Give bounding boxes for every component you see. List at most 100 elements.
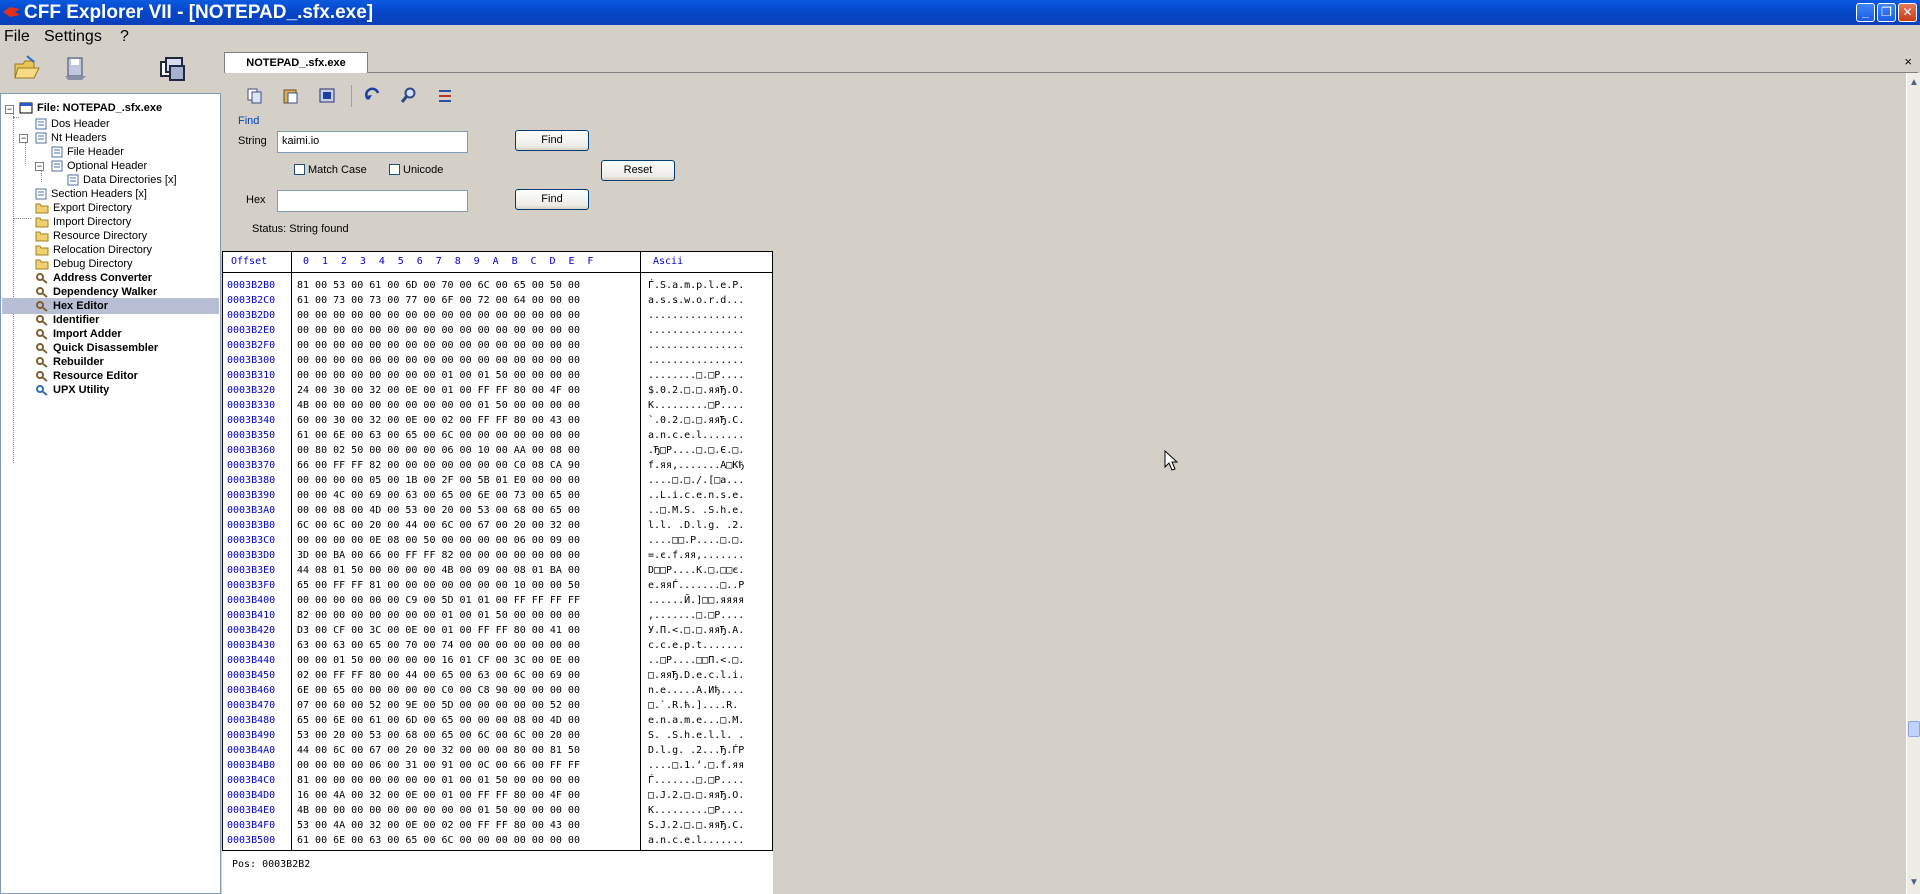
row-bytes[interactable]: 81 00 00 00 00 00 00 00 01 00 01 50 00 0…: [297, 773, 580, 788]
fill-icon[interactable]: [318, 87, 336, 105]
row-bytes[interactable]: 60 00 30 00 32 00 0E 00 02 00 FF FF 80 0…: [297, 413, 580, 428]
row-bytes[interactable]: 02 00 FF FF 80 00 44 00 65 00 63 00 6C 0…: [297, 668, 580, 683]
row-bytes[interactable]: D3 00 CF 00 3C 00 0E 00 01 00 FF FF 80 0…: [297, 623, 580, 638]
row-bytes[interactable]: 00 00 00 00 05 00 1B 00 2F 00 5B 01 E0 0…: [297, 473, 580, 488]
row-ascii[interactable]: ..□.M.S. .S.h.e.: [648, 503, 744, 518]
row-ascii[interactable]: a.n.c.e.l.......: [648, 428, 744, 443]
row-bytes[interactable]: 81 00 53 00 61 00 6D 00 70 00 6C 00 65 0…: [297, 278, 580, 293]
collapse-toggle[interactable]: −: [5, 105, 14, 114]
row-ascii[interactable]: ....□□.P....□.□.: [648, 533, 744, 548]
row-ascii[interactable]: Ѓ.S.a.m.p.l.e.P.: [648, 278, 744, 293]
row-ascii[interactable]: $.0.2.□.□.яяЂ.O.: [648, 383, 744, 398]
row-bytes[interactable]: 6E 00 65 00 00 00 00 00 C0 00 C8 90 00 0…: [297, 683, 580, 698]
scroll-down-icon[interactable]: ▼: [1907, 875, 1920, 891]
row-bytes[interactable]: 00 00 00 00 00 00 00 00 00 00 00 00 00 0…: [297, 308, 580, 323]
row-ascii[interactable]: У.П.<.□.□.яяЂ.A.: [648, 623, 744, 638]
find-string-button[interactable]: Find: [515, 130, 589, 151]
save-icon[interactable]: [62, 54, 90, 82]
row-ascii[interactable]: `.0.2.□.□.яяЂ.C.: [648, 413, 744, 428]
row-ascii[interactable]: a.s.s.w.o.r.d...: [648, 293, 744, 308]
goto-icon[interactable]: [364, 87, 382, 105]
open-folder-icon[interactable]: [12, 54, 42, 82]
row-bytes[interactable]: 65 00 FF FF 81 00 00 00 00 00 00 00 10 0…: [297, 578, 580, 593]
row-bytes[interactable]: 00 80 02 50 00 00 00 00 06 00 10 00 AA 0…: [297, 443, 580, 458]
scroll-up-icon[interactable]: ▲: [1907, 75, 1920, 91]
row-ascii[interactable]: ..□P....□□П.<.□.: [648, 653, 744, 668]
collapse-toggle[interactable]: −: [19, 134, 28, 143]
row-ascii[interactable]: n.e.....А.Иђ....: [648, 683, 744, 698]
row-bytes[interactable]: 6C 00 6C 00 20 00 44 00 6C 00 67 00 20 0…: [297, 518, 580, 533]
row-ascii[interactable]: ................: [648, 338, 744, 353]
windows-icon[interactable]: [158, 54, 188, 84]
row-ascii[interactable]: ....□.1.‘.□.f.яя: [648, 758, 744, 773]
restore-button[interactable]: ❐: [1877, 3, 1896, 22]
close-button[interactable]: ✕: [1898, 3, 1917, 22]
menu-help[interactable]: ?: [120, 25, 129, 49]
row-bytes[interactable]: 61 00 6E 00 63 00 65 00 6C 00 00 00 00 0…: [297, 833, 580, 848]
row-ascii[interactable]: S. .S.h.e.l.l. .: [648, 728, 744, 743]
row-bytes[interactable]: 82 00 00 00 00 00 00 00 01 00 01 50 00 0…: [297, 608, 580, 623]
row-ascii[interactable]: ................: [648, 323, 744, 338]
row-bytes[interactable]: 65 00 6E 00 61 00 6D 00 65 00 00 00 08 0…: [297, 713, 580, 728]
row-bytes[interactable]: 4B 00 00 00 00 00 00 00 00 00 01 50 00 0…: [297, 398, 580, 413]
row-ascii[interactable]: ....□.□./.[□а...: [648, 473, 744, 488]
string-input[interactable]: kaimi.io: [277, 131, 468, 153]
hex-view[interactable]: Offset 0 1 2 3 4 5 6 7 8 9 A B C D E F A…: [222, 251, 773, 851]
row-bytes[interactable]: 53 00 4A 00 32 00 0E 00 02 00 FF FF 80 0…: [297, 818, 580, 833]
menu-file[interactable]: File: [4, 25, 30, 49]
row-bytes[interactable]: 4B 00 00 00 00 00 00 00 00 00 01 50 00 0…: [297, 803, 580, 818]
vertical-scrollbar[interactable]: ▲ ▼: [1906, 73, 1920, 894]
row-ascii[interactable]: e.n.a.m.e...□.M.: [648, 713, 744, 728]
row-bytes[interactable]: 16 00 4A 00 32 00 0E 00 01 00 FF FF 80 0…: [297, 788, 580, 803]
row-bytes[interactable]: 24 00 30 00 32 00 0E 00 01 00 FF FF 80 0…: [297, 383, 580, 398]
row-ascii[interactable]: □.`.R.ћ.]....R.: [648, 698, 738, 713]
row-ascii[interactable]: .Ђ□P....□.□.Є.□.: [648, 443, 744, 458]
row-bytes[interactable]: 00 00 00 00 0E 08 00 50 00 00 00 00 06 0…: [297, 533, 580, 548]
row-bytes[interactable]: 61 00 6E 00 63 00 65 00 6C 00 00 00 00 0…: [297, 428, 580, 443]
row-bytes[interactable]: 00 00 00 00 00 00 C9 00 5D 01 01 00 FF F…: [297, 593, 580, 608]
row-bytes[interactable]: 61 00 73 00 73 00 77 00 6F 00 72 00 64 0…: [297, 293, 580, 308]
tab-file[interactable]: NOTEPAD_.sfx.exe: [224, 52, 368, 73]
reset-button[interactable]: Reset: [601, 160, 675, 181]
row-ascii[interactable]: Ѓ.......□.□P....: [648, 773, 744, 788]
row-ascii[interactable]: a.n.c.e.l.......: [648, 833, 744, 848]
row-ascii[interactable]: ................: [648, 308, 744, 323]
row-ascii[interactable]: S.J.2.□.□.яяЂ.C.: [648, 818, 744, 833]
options-icon[interactable]: [436, 87, 454, 105]
row-ascii[interactable]: f.яя‚.......А□Кђ: [648, 458, 744, 473]
row-ascii[interactable]: =.є.f.яя‚.......: [648, 548, 744, 563]
scroll-thumb[interactable]: [1908, 721, 1920, 737]
menu-settings[interactable]: Settings: [44, 25, 102, 49]
row-ascii[interactable]: K.........□P....: [648, 803, 744, 818]
row-ascii[interactable]: ........□.□P....: [648, 368, 744, 383]
row-ascii[interactable]: □.J.2.□.□.яяЂ.O.: [648, 788, 744, 803]
hex-input[interactable]: [277, 190, 468, 212]
minimize-button[interactable]: _: [1856, 3, 1875, 22]
row-bytes[interactable]: 00 00 00 00 00 00 00 00 00 00 00 00 00 0…: [297, 353, 580, 368]
close-tab-icon[interactable]: ×: [1904, 54, 1912, 69]
row-ascii[interactable]: l.l. .D.l.g. .2.: [648, 518, 744, 533]
row-ascii[interactable]: ‚.......□.□P....: [648, 608, 744, 623]
row-ascii[interactable]: e.яяЃ.......□..P: [648, 578, 744, 593]
row-bytes[interactable]: 00 00 01 50 00 00 00 00 16 01 CF 00 3C 0…: [297, 653, 580, 668]
row-bytes[interactable]: 66 00 FF FF 82 00 00 00 00 00 00 00 C0 0…: [297, 458, 580, 473]
row-ascii[interactable]: D□□P....K.□.□□є.: [648, 563, 744, 578]
row-ascii[interactable]: c.c.e.p.t.......: [648, 638, 744, 653]
row-bytes[interactable]: 00 00 08 00 4D 00 53 00 20 00 53 00 68 0…: [297, 503, 580, 518]
row-bytes[interactable]: 53 00 20 00 53 00 68 00 65 00 6C 00 6C 0…: [297, 728, 580, 743]
row-bytes[interactable]: 00 00 00 00 00 00 00 00 00 00 00 00 00 0…: [297, 323, 580, 338]
row-bytes[interactable]: 63 00 63 00 65 00 70 00 74 00 00 00 00 0…: [297, 638, 580, 653]
unicode-checkbox[interactable]: Unicode: [389, 164, 443, 177]
row-bytes[interactable]: 44 08 01 50 00 00 00 00 4B 00 09 00 08 0…: [297, 563, 580, 578]
copy-icon[interactable]: [246, 87, 264, 105]
match-case-checkbox[interactable]: Match Case: [294, 164, 367, 177]
row-ascii[interactable]: □.яяЂ.D.e.c.l.i.: [648, 668, 744, 683]
row-bytes[interactable]: 00 00 00 00 06 00 31 00 91 00 0C 00 66 0…: [297, 758, 580, 773]
row-bytes[interactable]: 44 00 6C 00 67 00 20 00 32 00 00 00 80 0…: [297, 743, 580, 758]
row-bytes[interactable]: 07 00 60 00 52 00 9E 00 5D 00 00 00 00 0…: [297, 698, 580, 713]
collapse-toggle[interactable]: −: [35, 162, 44, 171]
search-icon[interactable]: [400, 87, 418, 105]
paste-icon[interactable]: [282, 87, 300, 105]
row-ascii[interactable]: ................: [648, 353, 744, 368]
row-ascii[interactable]: ..L.i.c.e.n.s.e.: [648, 488, 744, 503]
